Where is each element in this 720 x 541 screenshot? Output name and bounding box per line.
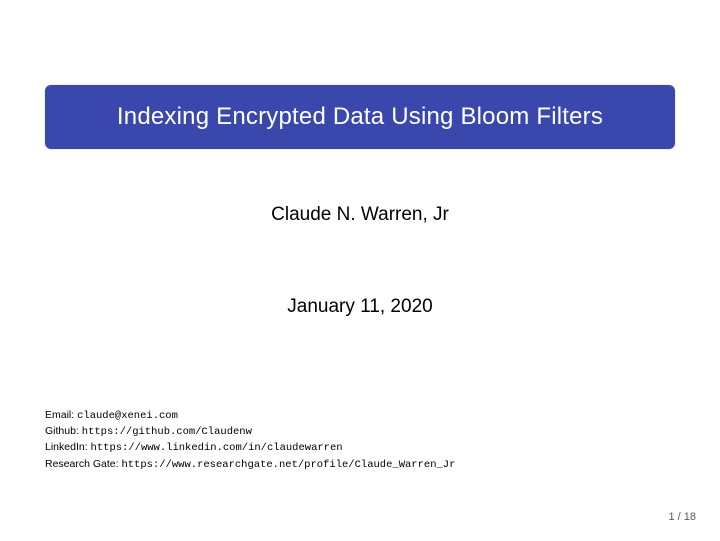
author-name: Claude N. Warren, Jr xyxy=(45,204,675,226)
slide-title: Indexing Encrypted Data Using Bloom Filt… xyxy=(65,103,655,131)
presentation-date: January 11, 2020 xyxy=(45,296,675,318)
researchgate-value: https://www.researchgate.net/profile/Cla… xyxy=(121,459,455,471)
contact-github: Github: https://github.com/Claudenw xyxy=(45,424,675,440)
researchgate-label: Research Gate: xyxy=(45,458,121,470)
slide: Indexing Encrypted Data Using Bloom Filt… xyxy=(0,0,720,541)
contact-block: Email: claude@xenei.com Github: https://… xyxy=(45,408,675,473)
contact-researchgate: Research Gate: https://www.researchgate.… xyxy=(45,457,675,473)
title-box: Indexing Encrypted Data Using Bloom Filt… xyxy=(45,85,675,149)
email-value: claude@xenei.com xyxy=(77,410,178,422)
email-label: Email: xyxy=(45,409,77,421)
contact-linkedin: LinkedIn: https://www.linkedin.com/in/cl… xyxy=(45,440,675,456)
linkedin-label: LinkedIn: xyxy=(45,441,91,453)
linkedin-value: https://www.linkedin.com/in/claudewarren xyxy=(91,442,343,454)
github-label: Github: xyxy=(45,425,82,437)
github-value: https://github.com/Claudenw xyxy=(82,426,252,438)
page-counter: 1 / 18 xyxy=(668,511,696,523)
contact-email: Email: claude@xenei.com xyxy=(45,408,675,424)
